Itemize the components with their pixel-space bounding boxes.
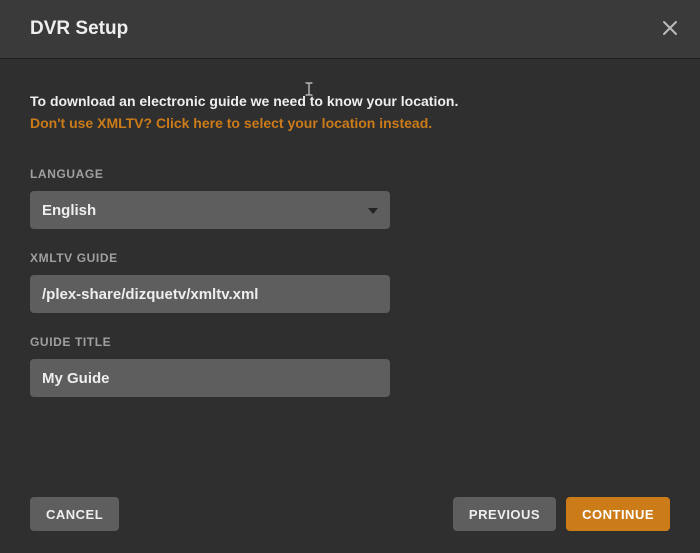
continue-button[interactable]: CONTINUE [566, 497, 670, 531]
language-label: LANGUAGE [30, 167, 670, 181]
modal-header: DVR Setup [0, 0, 700, 59]
field-xmltv-guide: XMLTV GUIDE [30, 251, 670, 313]
guide-title-input[interactable] [30, 359, 390, 397]
close-button[interactable] [658, 14, 682, 44]
guide-title-label: GUIDE TITLE [30, 335, 670, 349]
language-select-value: English [42, 202, 96, 219]
field-guide-title: GUIDE TITLE [30, 335, 670, 397]
modal-title: DVR Setup [30, 18, 128, 40]
language-select-wrap: English [30, 191, 390, 229]
cancel-button[interactable]: CANCEL [30, 497, 119, 531]
xmltv-guide-label: XMLTV GUIDE [30, 251, 670, 265]
language-select[interactable]: English [30, 191, 390, 229]
modal-body: To download an electronic guide we need … [0, 59, 700, 479]
field-language: LANGUAGE English [30, 167, 670, 229]
alternate-location-link[interactable]: Don't use XMLTV? Click here to select yo… [30, 115, 432, 131]
close-icon [662, 16, 678, 41]
previous-button[interactable]: PREVIOUS [453, 497, 556, 531]
modal-footer: CANCEL PREVIOUS CONTINUE [0, 479, 700, 553]
xmltv-guide-input[interactable] [30, 275, 390, 313]
intro-text: To download an electronic guide we need … [30, 93, 670, 109]
dvr-setup-modal: DVR Setup To download an electronic guid… [0, 0, 700, 553]
